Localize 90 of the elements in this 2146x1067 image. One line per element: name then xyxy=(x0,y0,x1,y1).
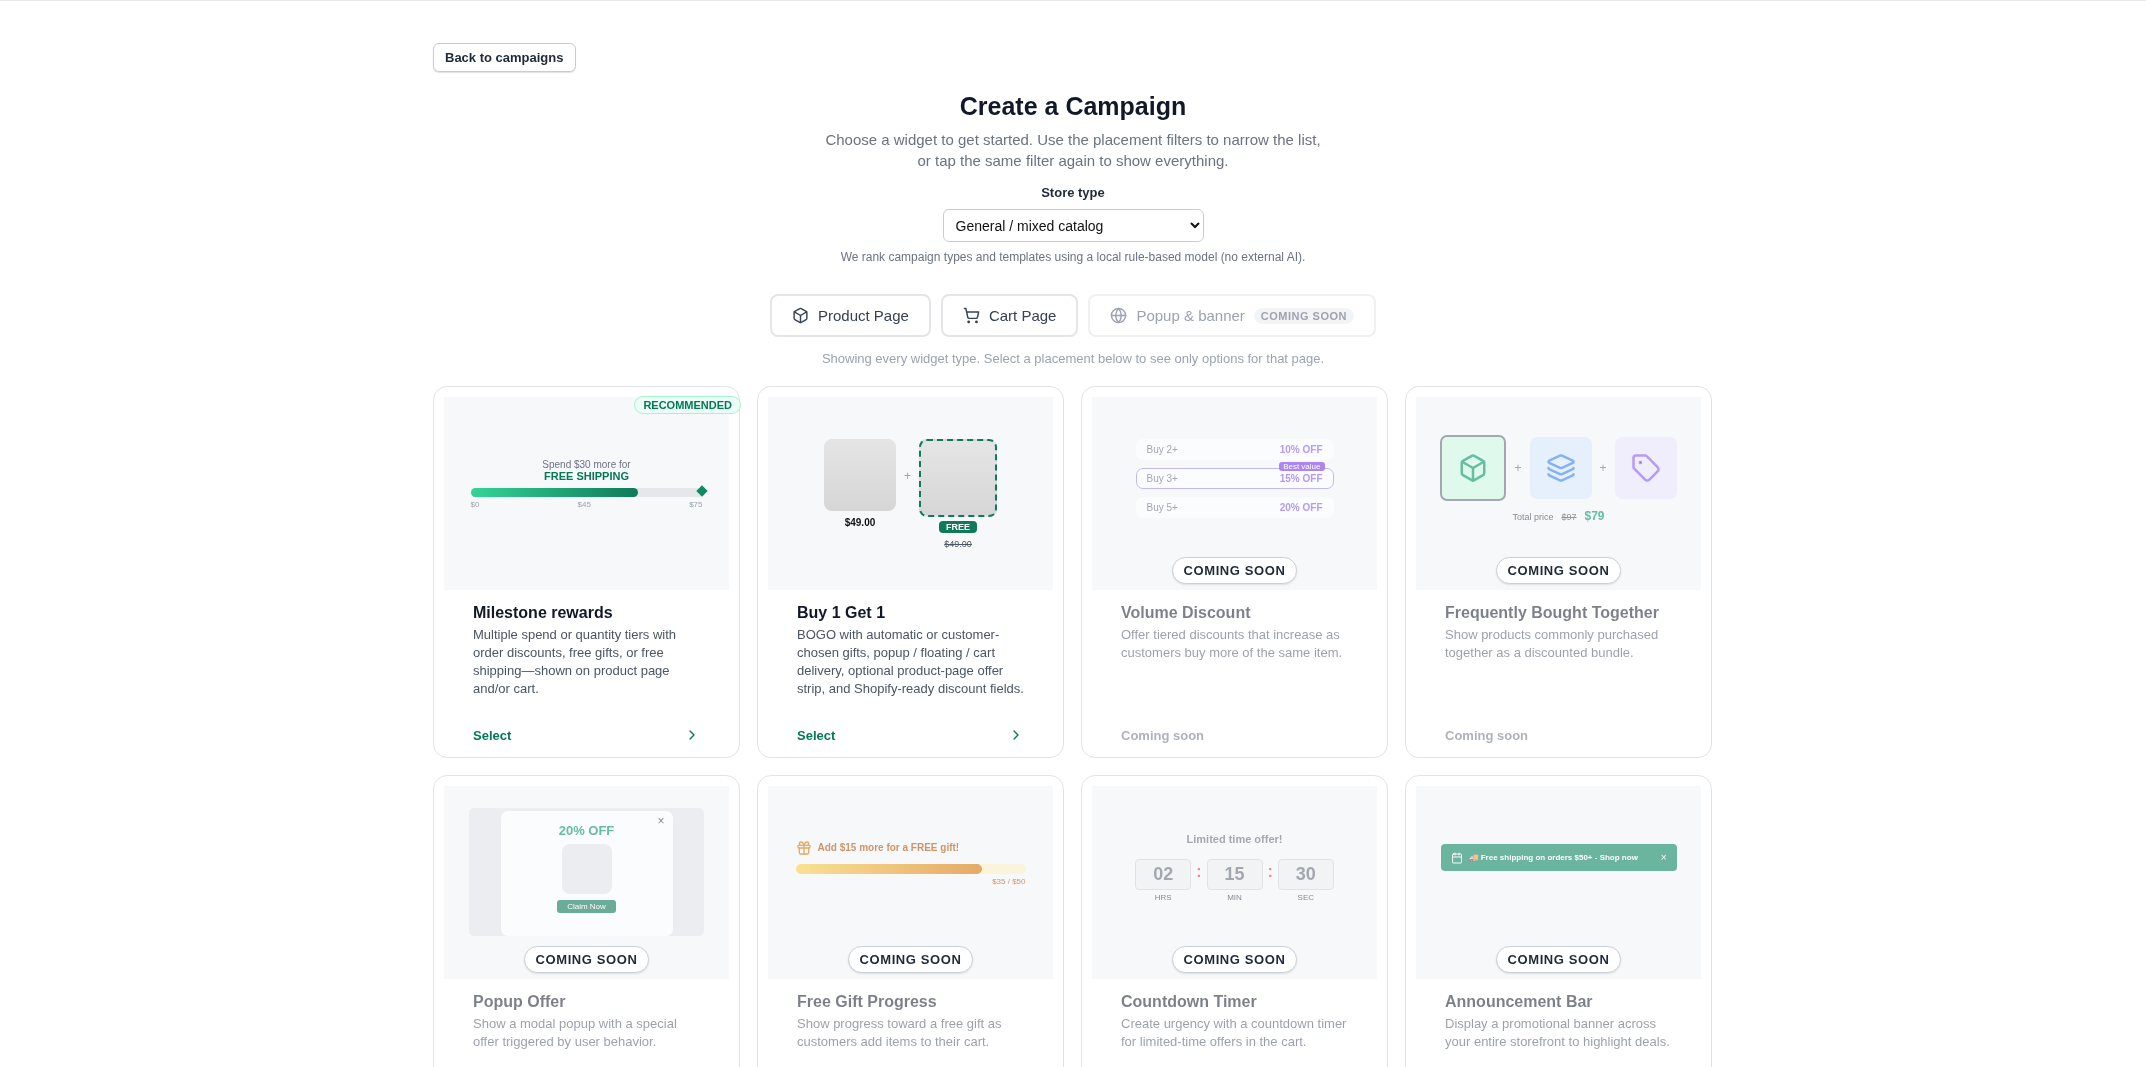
unit-label: HRS xyxy=(1154,893,1172,902)
coming-soon-label: Coming soon xyxy=(1121,728,1205,743)
tier-label: Buy 2+ xyxy=(1146,444,1178,455)
coming-soon-badge: COMING SOON xyxy=(847,946,974,973)
widget-card[interactable]: Buy 2+ 10% OFF Best value Buy 3+ 15% OFF Buy 5+ 20% OFF COMING SOON Volume Discount Offer tiered discounts that increase as customers buy more of the same item. Coming soon xyxy=(1081,386,1388,758)
tick-label: $45 xyxy=(577,499,591,509)
tag-icon xyxy=(1630,452,1661,483)
tier-discount: 15% OFF xyxy=(1279,473,1323,484)
select-link[interactable]: Select xyxy=(473,727,512,743)
page-title: Create a Campaign xyxy=(959,92,1187,121)
plus-sign: + xyxy=(1514,460,1522,475)
gift-icon xyxy=(795,839,812,856)
card-description: Create urgency with a countdown timer for limited-time offers in the cart. xyxy=(1121,1015,1348,1051)
widget-card[interactable]: 🚚 Free shipping on orders $50+ - Shop now × COMING SOON Announcement Bar Display a promotional banner across your entire storefront to highlight deals. xyxy=(1405,775,1712,1067)
card-title: Buy 1 Get 1 xyxy=(797,604,887,622)
card-title: Announcement Bar xyxy=(1445,993,1594,1011)
tier-discount: 20% OFF xyxy=(1279,502,1323,513)
announcement-text: 🚚 Free shipping on orders $50+ - Shop now xyxy=(1468,853,1639,862)
coming-soon-label: Coming soon xyxy=(1445,728,1529,743)
coming-soon-badge: COMING SOON xyxy=(523,946,650,973)
unit-label: SEC xyxy=(1297,893,1315,902)
unit-label: MIN xyxy=(1227,893,1242,902)
product-price: $49.00 xyxy=(844,516,876,528)
close-glyph: × xyxy=(1660,852,1667,863)
old-price: $97 xyxy=(1561,511,1577,522)
coming-soon-badge: COMING SOON xyxy=(1171,946,1298,973)
plus-sign: + xyxy=(1599,460,1607,475)
progress-reading: $35 / $50 xyxy=(992,876,1026,886)
tier-discount: 10% OFF xyxy=(1279,444,1323,455)
card-description: Offer tiered discounts that increase as customers buy more of the same item. xyxy=(1121,626,1344,662)
tier-label: Buy 5+ xyxy=(1146,502,1178,513)
progress-message: Spend $30 more for xyxy=(542,458,631,470)
countdown-heading: Limited time offer! xyxy=(1186,833,1283,845)
card-title: Milestone rewards xyxy=(473,604,614,622)
coming-soon-tag: COMING SOON xyxy=(1253,307,1354,324)
free-badge: FREE xyxy=(939,520,977,533)
cart-icon xyxy=(962,307,980,324)
back-button[interactable]: Back to campaigns xyxy=(433,43,576,72)
countdown-digits: 02 xyxy=(1135,859,1192,890)
store-type-select[interactable]: General / mixed catalog xyxy=(942,209,1204,242)
coming-soon-badge: COMING SOON xyxy=(1495,557,1622,584)
card-description: Show products commonly purchased together as a discounted bundle. xyxy=(1445,626,1660,662)
tick-label: $0 xyxy=(470,499,480,509)
countdown-digits: 15 xyxy=(1206,859,1263,890)
countdown-digits: 30 xyxy=(1277,859,1334,890)
coming-soon-badge: COMING SOON xyxy=(1495,946,1622,973)
widget-card[interactable]: Limited time offer! 02 HRS : 15 MIN : 30 SEC COMING SOON Countdown Timer Create urgency with a countdown timer for limited-time offers in the cart. xyxy=(1081,775,1388,1067)
card-description: Display a promotional banner across your entire storefront to highlight deals. xyxy=(1445,1015,1671,1051)
cube-icon xyxy=(1458,452,1489,483)
card-title: Countdown Timer xyxy=(1121,993,1258,1011)
claim-button: Claim Now xyxy=(557,899,616,913)
placement-filter[interactable]: Cart Page xyxy=(940,294,1079,337)
layers-icon xyxy=(1545,452,1576,483)
widget-card[interactable]: $49.00 + FREE $49.00 Buy 1 Get 1 BOGO with automatic or customer-chosen gifts, popup / floating / cart delivery, optional product-page offer strip, and Shopify-ready discount fields. Select xyxy=(757,386,1064,758)
page-subtitle: Choose a widget to get started. Use the placement filters to narrow the list, or tap the same filter again to show everything. xyxy=(825,130,1321,171)
card-title: Volume Discount xyxy=(1121,604,1252,622)
widget-card[interactable]: Spend $30 more for FREE SHIPPING $0 $45 $75 RECOMMENDED Milestone rewards Multiple spend or quantity tiers with order discounts, free gifts, or free shipping—shown on product page and/or cart. Select xyxy=(433,386,740,758)
old-price: $49.00 xyxy=(944,538,972,549)
popup-discount: 20% OFF xyxy=(558,822,615,838)
card-title: Frequently Bought Together xyxy=(1445,604,1660,622)
gift-message: Add $15 more for a FREE gift! xyxy=(817,842,960,853)
cube-icon xyxy=(791,307,809,324)
widget-card[interactable]: Add $15 more for a FREE gift! $35 / $50 COMING SOON Free Gift Progress Show progress toward a free gift as customers add items to their cart. xyxy=(757,775,1064,1067)
widget-card[interactable]: + + Total price $97 $79 COMING SOON Frequently Bought Together Show products commonly purchased together as a discounted bundle. Coming soon xyxy=(1405,386,1712,758)
tier-label: Buy 3+ xyxy=(1146,473,1178,484)
placement-filter[interactable]: Product Page xyxy=(769,294,931,337)
plus-sign: + xyxy=(904,468,911,483)
ranking-note: We rank campaign types and templates using a local rule-based model (no external AI). xyxy=(840,250,1306,264)
filter-hint: Showing every widget type. Select a placement below to see only options for that page. xyxy=(821,351,1325,366)
widget-card[interactable]: × 20% OFF Claim Now COMING SOON Popup Offer Show a modal popup with a special offer triggered by user behavior. xyxy=(433,775,740,1067)
card-description: BOGO with automatic or customer-chosen gifts, popup / floating / cart delivery, optional product-page offer strip, and Shopify-ready discount fields. xyxy=(797,626,1024,698)
store-type-label: Store type xyxy=(1041,185,1105,200)
close-glyph: × xyxy=(657,813,665,828)
coming-soon-badge: COMING SOON xyxy=(1171,557,1298,584)
separator: : xyxy=(1196,863,1202,881)
card-title: Free Gift Progress xyxy=(797,993,938,1011)
recommended-badge: RECOMMENDED xyxy=(634,396,741,414)
card-description: Show a modal popup with a special offer triggered by user behavior. xyxy=(473,1015,678,1051)
card-title: Popup Offer xyxy=(473,993,567,1011)
total-label: Total price xyxy=(1512,511,1554,522)
card-description: Show progress toward a free gift as customers add items to their cart. xyxy=(797,1015,1003,1051)
tick-label: $75 xyxy=(689,499,703,509)
best-value-tag: Best value xyxy=(1279,462,1325,471)
bundle-price: $79 xyxy=(1584,508,1605,523)
globe-icon xyxy=(1110,307,1128,324)
select-link[interactable]: Select xyxy=(797,727,836,743)
separator: : xyxy=(1267,863,1273,881)
progress-goal: FREE SHIPPING xyxy=(544,469,629,482)
calendar-icon xyxy=(1450,851,1463,864)
card-description: Multiple spend or quantity tiers with order discounts, free gifts, or free shipping—shown on product page and/or cart. xyxy=(473,626,678,698)
